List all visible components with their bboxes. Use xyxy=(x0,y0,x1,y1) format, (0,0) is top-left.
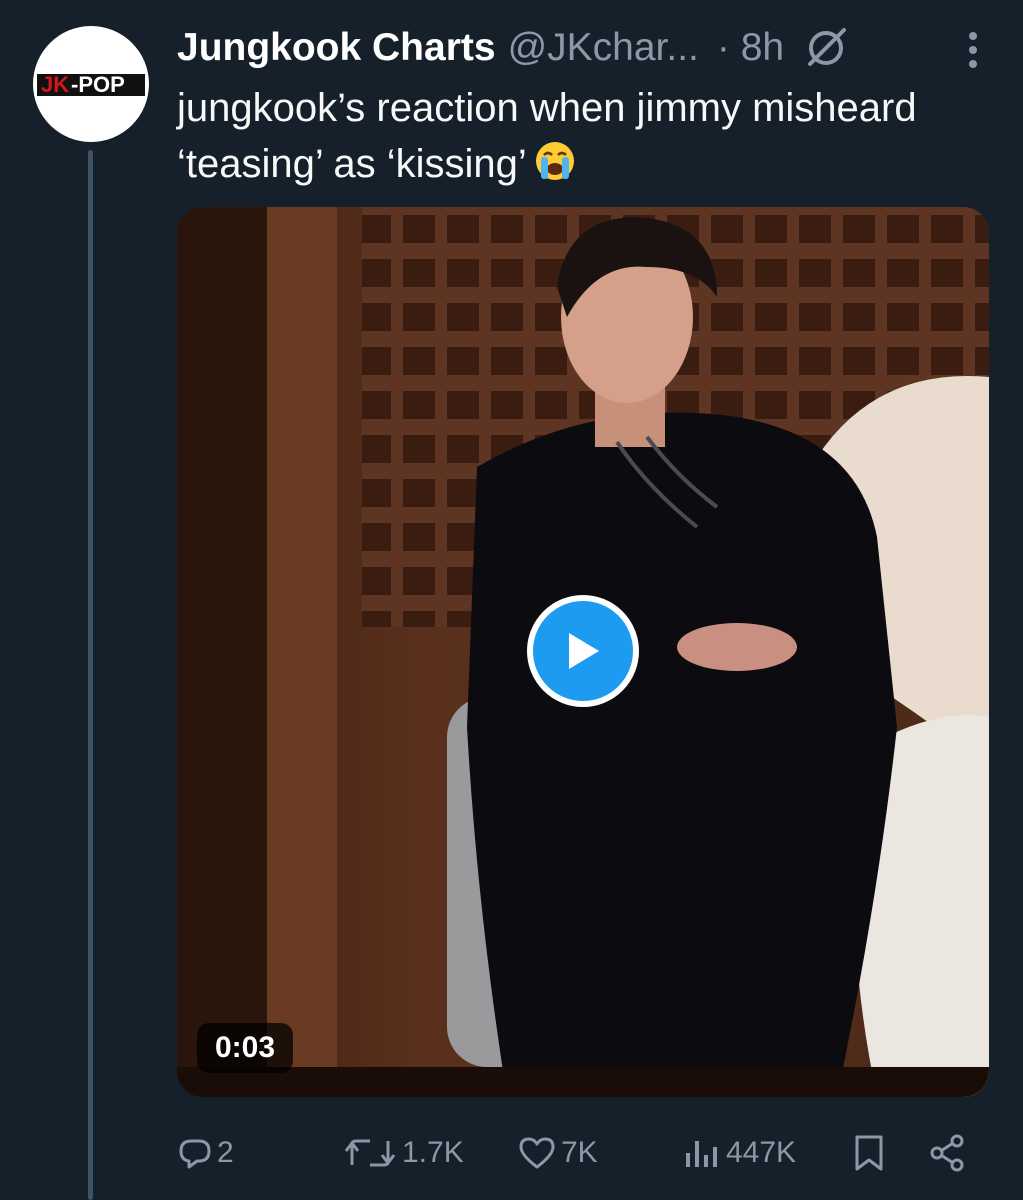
timestamp[interactable]: · 8h xyxy=(717,26,784,70)
display-name[interactable]: Jungkook Charts xyxy=(177,26,496,70)
thread-line xyxy=(88,150,93,1200)
repost-count: 1.7K xyxy=(402,1136,464,1169)
reply-count: 2 xyxy=(217,1136,234,1169)
tweet[interactable]: JK -POP Jungkook Charts @JKchar... · 8h … xyxy=(0,0,1023,1200)
reply-icon xyxy=(179,1139,211,1169)
play-icon xyxy=(569,633,599,669)
like-icon xyxy=(519,1137,555,1169)
view-count: 447K xyxy=(726,1136,797,1169)
handle[interactable]: @JKchar... xyxy=(508,26,699,70)
more-icon[interactable] xyxy=(963,28,983,72)
views-icon xyxy=(686,1141,717,1167)
like-count: 7K xyxy=(561,1136,598,1169)
grok-icon[interactable] xyxy=(804,26,848,70)
bookmark-icon xyxy=(855,1135,883,1171)
reply-button[interactable]: 2 xyxy=(177,1126,234,1180)
video-duration: 0:03 xyxy=(197,1023,294,1073)
svg-text:JK: JK xyxy=(41,72,69,97)
jk-pop-logo: JK -POP xyxy=(37,72,145,97)
video-player[interactable]: 0:03 xyxy=(177,207,989,1097)
tweet-text: jungkook’s reaction when jimmy misheard … xyxy=(177,80,957,192)
share-icon xyxy=(930,1134,964,1172)
action-bar: 2 1.7K 7K 447K xyxy=(177,1126,977,1180)
avatar[interactable]: JK -POP xyxy=(33,26,149,142)
repost-icon xyxy=(344,1139,396,1167)
repost-button[interactable]: 1.7K xyxy=(342,1126,464,1180)
tweet-header: Jungkook Charts @JKchar... · 8h xyxy=(177,22,983,74)
svg-text:-POP: -POP xyxy=(71,72,125,97)
play-button[interactable] xyxy=(527,595,639,707)
crying-emoji-icon xyxy=(533,139,577,183)
views-button[interactable]: 447K xyxy=(682,1126,796,1180)
share-button[interactable] xyxy=(927,1126,967,1180)
bookmark-button[interactable] xyxy=(851,1126,887,1180)
like-button[interactable]: 7K xyxy=(517,1126,598,1180)
